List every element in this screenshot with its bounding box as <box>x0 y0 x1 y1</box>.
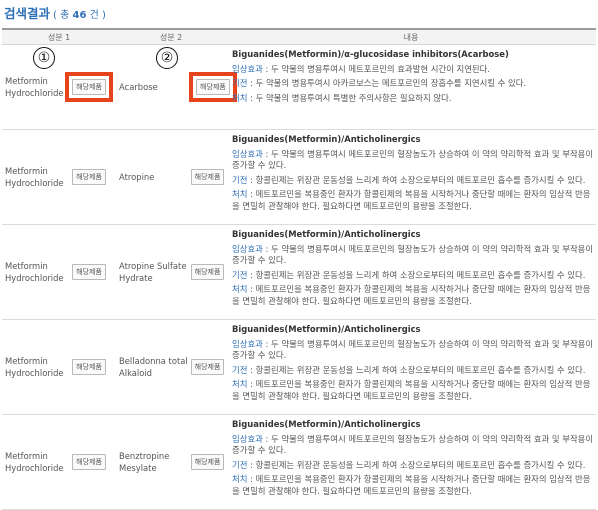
ingredient-2-name: Benztropine Mesylate <box>116 414 190 510</box>
interaction-content: Biguanides(Metformin)/Anticholinergics 임… <box>226 224 597 320</box>
annotation-marker-2: ② <box>156 47 178 69</box>
clinical-effect: 임상효과 : 두 약물의 병용투여시 메트포르민의 혈장농도가 상승하여 이 약… <box>232 148 594 171</box>
interaction-content: Biguanides(Metformin)/Anticholinergics 임… <box>226 319 597 415</box>
management: 처치 : 메트포르민을 복용중인 환자가 항콜린제의 복용을 시작하거나 중단할… <box>232 284 591 306</box>
product-button-ingredient-1[interactable]: 해당제품 <box>72 169 106 185</box>
table-row: Metformin Hydrochloride 해당제품 Atropine 해당… <box>2 129 597 225</box>
header-ingredient-2: 성분 2 <box>116 28 227 45</box>
interaction-title: Biguanides(Metformin)/Anticholinergics <box>232 324 421 334</box>
interaction-title: Biguanides(Metformin)/Anticholinergics <box>232 419 421 429</box>
page-title: 검색결과 <box>4 6 51 21</box>
ingredient-1-name: Metformin Hydrochloride <box>2 129 64 225</box>
clinical-effect: 임상효과 : 두 약물의 병용투여시 메트포르민의 혈장농도가 상승하여 이 약… <box>232 433 594 456</box>
table-row: Metformin Hydrochloride 해당제품 Atropine Su… <box>2 224 597 320</box>
product-button-ingredient-2[interactable]: 해당제품 <box>196 79 230 95</box>
interaction-title: Biguanides(Metformin)/Anticholinergics <box>232 229 421 239</box>
highlight-box-2: 해당제품 <box>189 72 237 102</box>
product-button-ingredient-1[interactable]: 해당제품 <box>72 79 106 95</box>
interaction-title: Biguanides(Metformin)/Anticholinergics <box>232 134 421 144</box>
ingredient-2-name: Atropine Sulfate Hydrate <box>116 224 190 320</box>
header-content: 내용 <box>226 28 597 45</box>
ingredient-2-name: Belladonna total Alkaloid <box>116 319 190 415</box>
clinical-effect: 임상효과 : 두 약물의 병용투여시 메트포르민의 혈장농도가 상승하여 이 약… <box>232 243 594 266</box>
management: 처치 : 메트포르민을 복용중인 환자가 항콜린제의 복용을 시작하거나 중단할… <box>232 379 591 401</box>
product-button-ingredient-2[interactable]: 해당제품 <box>190 169 225 185</box>
product-button-ingredient-2[interactable]: 해당제품 <box>190 454 225 470</box>
ingredient-1-name: Metformin Hydrochloride <box>2 414 64 510</box>
ingredient-1-name: Metformin Hydrochloride <box>2 224 64 320</box>
mechanism: 기전 : 두 약물의 병용투여시 아카르보스는 메트포르민의 장흡수를 지연시킬… <box>232 78 527 89</box>
mechanism: 기전 : 항콜린제는 위장관 운동성을 느리게 하여 소장으로부터의 메트포르민… <box>232 364 586 375</box>
product-button-ingredient-2[interactable]: 해당제품 <box>190 359 225 375</box>
mechanism: 기전 : 항콜린제는 위장관 운동성을 느리게 하여 소장으로부터의 메트포르민… <box>232 269 586 280</box>
product-button-ingredient-1[interactable]: 해당제품 <box>72 264 106 280</box>
ingredient-2-name: Atropine <box>116 129 190 225</box>
table-row: Metformin Hydrochloride 해당제품 Benztropine… <box>2 414 597 510</box>
result-count: ( 총 46 건 ) <box>53 10 106 21</box>
annotation-marker-1: ① <box>33 47 55 69</box>
results-heading: 검색결과( 총 46 건 ) <box>4 3 106 22</box>
ingredient-2-name: Acarbose <box>116 44 190 130</box>
mechanism: 기전 : 항콜린제는 위장관 운동성을 느리게 하여 소장으로부터의 메트포르민… <box>232 174 586 185</box>
management: 처치 : 두 약물의 병용투여시 특별한 주의사항은 필요하지 않다. <box>232 92 452 103</box>
mechanism: 기전 : 항콜린제는 위장관 운동성을 느리게 하여 소장으로부터의 메트포르민… <box>232 459 586 470</box>
product-button-ingredient-1[interactable]: 해당제품 <box>72 454 106 470</box>
clinical-effect: 임상효과 : 두 약물의 병용투여시 메트포르민의 효과발현 시간이 지연된다. <box>232 63 490 74</box>
management: 처치 : 메트포르민을 복용중인 환자가 항콜린제의 복용을 시작하거나 중단할… <box>232 189 591 211</box>
interaction-title: Biguanides(Metformin)/α-glucosidase inhi… <box>232 49 509 59</box>
table-row: Metformin Hydrochloride 해당제품 Acarbose 해당… <box>2 44 597 130</box>
product-button-ingredient-1[interactable]: 해당제품 <box>72 359 106 375</box>
product-button-ingredient-2[interactable]: 해당제품 <box>190 264 225 280</box>
interaction-results-table: 성분 1 성분 2 내용 Metformin Hydrochloride 해당제… <box>2 28 597 510</box>
interaction-content: Biguanides(Metformin)/α-glucosidase inhi… <box>226 44 597 130</box>
management: 처치 : 메트포르민을 복용중인 환자가 항콜린제의 복용을 시작하거나 중단할… <box>232 474 591 496</box>
highlight-box-1: 해당제품 <box>65 72 113 102</box>
table-header: 성분 1 성분 2 내용 <box>2 28 597 45</box>
clinical-effect: 임상효과 : 두 약물의 병용투여시 메트포르민의 혈장농도가 상승하여 이 약… <box>232 338 594 361</box>
interaction-content: Biguanides(Metformin)/Anticholinergics 임… <box>226 414 597 510</box>
header-ingredient-1: 성분 1 <box>2 28 117 45</box>
ingredient-1-name: Metformin Hydrochloride <box>2 319 64 415</box>
interaction-content: Biguanides(Metformin)/Anticholinergics 임… <box>226 129 597 225</box>
table-row: Metformin Hydrochloride 해당제품 Belladonna … <box>2 319 597 415</box>
